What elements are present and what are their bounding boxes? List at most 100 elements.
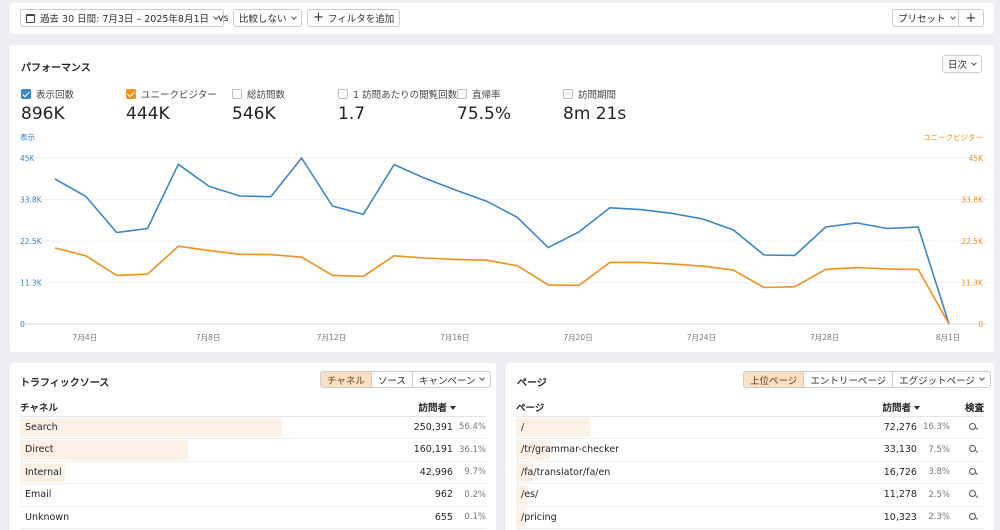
row-name: Direct xyxy=(25,444,54,456)
chevron-down-icon xyxy=(971,59,977,66)
row-percent: 0.1% xyxy=(452,506,486,529)
row-value: 160,191 xyxy=(350,438,453,462)
search-icon[interactable] xyxy=(969,422,976,430)
row-percent: 0.2% xyxy=(452,483,486,507)
column-header-visitors-label: 訪問者 xyxy=(882,402,911,414)
table-row[interactable]: Unknown 655 0.1% xyxy=(20,506,486,529)
row-label-cell: /tr/grammar-checker xyxy=(516,438,846,462)
checkbox-pageviews[interactable] xyxy=(21,89,31,99)
compare-label: 比較しない xyxy=(239,14,287,25)
compare-dropdown[interactable]: 比較しない xyxy=(233,9,302,27)
row-percent: 2.5% xyxy=(916,483,950,507)
row-name: Internal xyxy=(25,466,62,478)
tab-exit-pages[interactable]: エグジットページ xyxy=(892,372,990,387)
row-value: 11,278 xyxy=(846,483,917,507)
row-value: 42,996 xyxy=(350,461,453,484)
checkbox-unique-visitors[interactable] xyxy=(126,89,136,99)
column-header-visitors[interactable]: 訪問者 xyxy=(350,398,486,417)
add-button[interactable]: + xyxy=(958,9,984,27)
pages-tabs: 上位ページ エントリーページ エグジットページ xyxy=(743,371,991,388)
row-label-cell: /es/ xyxy=(516,483,846,507)
metric-views-per-visit[interactable]: 1 訪問あたりの閲覧回数 1.7 xyxy=(338,88,457,124)
search-icon[interactable] xyxy=(969,445,976,453)
metric-unique-visitors[interactable]: ユニークビジター 444K xyxy=(126,88,217,124)
row-percent: 16.3% xyxy=(916,416,950,439)
performance-title: パフォーマンス xyxy=(21,63,91,74)
pages-table: ページ 訪問者 検査 /72,276 16.3%/tr/grammar-check… xyxy=(516,398,984,529)
column-header-page[interactable]: ページ xyxy=(516,398,846,417)
metric-total-visits[interactable]: 総訪問数 546K xyxy=(232,88,285,124)
table-row[interactable]: Internal 42,996 9.7% xyxy=(20,461,486,484)
chevron-down-icon xyxy=(949,13,956,20)
tab-source[interactable]: ソース xyxy=(370,372,412,387)
inspect-cell xyxy=(950,506,984,529)
table-row[interactable]: /tr/grammar-checker 33,130 7.5% xyxy=(516,438,984,462)
metric-label: 総訪問数 xyxy=(247,90,286,101)
tab-campaign[interactable]: キャンペーン xyxy=(411,372,491,387)
interval-label: 日次 xyxy=(948,60,968,71)
row-label-cell: /pricing xyxy=(516,506,846,529)
row-label-cell: / xyxy=(516,416,846,439)
table-row[interactable]: Email 962 0.2% xyxy=(20,483,486,507)
metric-label: 訪問期間 xyxy=(578,90,617,101)
row-percent: 3.8% xyxy=(916,461,950,484)
traffic-tabs: チャネル ソース キャンペーン xyxy=(320,371,492,388)
metric-value: 8m 21s xyxy=(563,104,627,124)
checkbox-visit-duration[interactable] xyxy=(563,89,573,99)
traffic-table: チャネル 訪問者 Search 250,391 56.4% Direct 160,191… xyxy=(20,398,486,529)
chevron-down-icon xyxy=(479,375,486,381)
checkbox-views-per-visit[interactable] xyxy=(338,89,348,99)
column-header-channel[interactable]: チャネル xyxy=(20,398,350,417)
add-filter-label: フィルタを追加 xyxy=(327,14,395,25)
metric-label: ユニークビジター xyxy=(141,90,217,101)
interval-dropdown[interactable]: 日次 xyxy=(942,55,983,73)
tab-top-pages[interactable]: 上位ページ xyxy=(744,372,804,387)
tab-entry-pages[interactable]: エントリーページ xyxy=(803,372,892,387)
table-row[interactable]: /es/11,278 2.5% xyxy=(516,483,984,507)
column-header-inspect: 検査 xyxy=(950,398,984,417)
pages-title: ページ xyxy=(517,378,547,389)
table-row[interactable]: Direct 160,191 36.1% xyxy=(20,438,486,462)
metric-value: 444K xyxy=(126,104,170,124)
checkbox-total-visits[interactable] xyxy=(232,89,242,99)
tab-channel[interactable]: チャネル xyxy=(321,372,371,387)
metric-label: 1 訪問あたりの閲覧回数 xyxy=(353,90,458,101)
date-range-label: 過去 30 日間: 7月3日 – 2025年8月1日 xyxy=(40,14,209,25)
row-name: /pricing xyxy=(521,511,557,523)
row-percent: 2.3% xyxy=(916,506,950,529)
row-value: 655 xyxy=(350,506,453,529)
metric-visit-duration[interactable]: 訪問期間 8m 21s xyxy=(563,88,626,124)
row-name: Email xyxy=(25,489,52,501)
metric-pageviews[interactable]: 表示回数 896K xyxy=(21,88,74,124)
row-label-cell: Internal xyxy=(20,461,350,484)
row-value: 16,726 xyxy=(846,461,917,484)
search-icon[interactable] xyxy=(969,467,976,475)
table-row[interactable]: / 72,276 16.3% xyxy=(516,416,984,439)
search-icon[interactable] xyxy=(969,490,976,498)
table-row[interactable]: /pricing 10,323 2.3% xyxy=(516,506,984,529)
metric-label: 直帰率 xyxy=(472,90,501,101)
plus-icon: + xyxy=(965,10,977,26)
metric-label: 表示回数 xyxy=(36,90,75,101)
tab-exit-pages-label: エグジットページ xyxy=(899,375,975,387)
preset-label: プリセット xyxy=(898,14,946,25)
search-icon[interactable] xyxy=(969,512,976,520)
column-header-visitors-label: 訪問者 xyxy=(418,402,447,414)
table-row[interactable]: Search 250,391 56.4% xyxy=(20,416,486,439)
table-row[interactable]: /fa/translator/fa/en 16,726 3.8% xyxy=(516,461,984,484)
chevron-down-icon xyxy=(979,375,985,381)
calendar-icon xyxy=(26,13,35,23)
share-bar xyxy=(20,417,282,437)
traffic-sources-title: トラフィックソース xyxy=(20,378,110,389)
preset-dropdown[interactable]: プリセット xyxy=(892,9,961,27)
date-range-button[interactable]: 過去 30 日間: 7月3日 – 2025年8月1日 xyxy=(20,9,224,27)
metric-bounce-rate[interactable]: 直帰率 75.5% xyxy=(457,88,511,124)
row-percent: 36.1% xyxy=(452,438,486,462)
metric-value: 75.5% xyxy=(457,104,512,124)
checkbox-bounce-rate[interactable] xyxy=(457,89,467,99)
chevron-down-icon xyxy=(290,13,297,20)
row-label-cell: Direct xyxy=(20,438,350,462)
add-filter-button[interactable]: + フィルタを追加 xyxy=(307,9,401,27)
row-value: 962 xyxy=(350,483,453,507)
column-header-visitors[interactable]: 訪問者 xyxy=(846,398,950,417)
